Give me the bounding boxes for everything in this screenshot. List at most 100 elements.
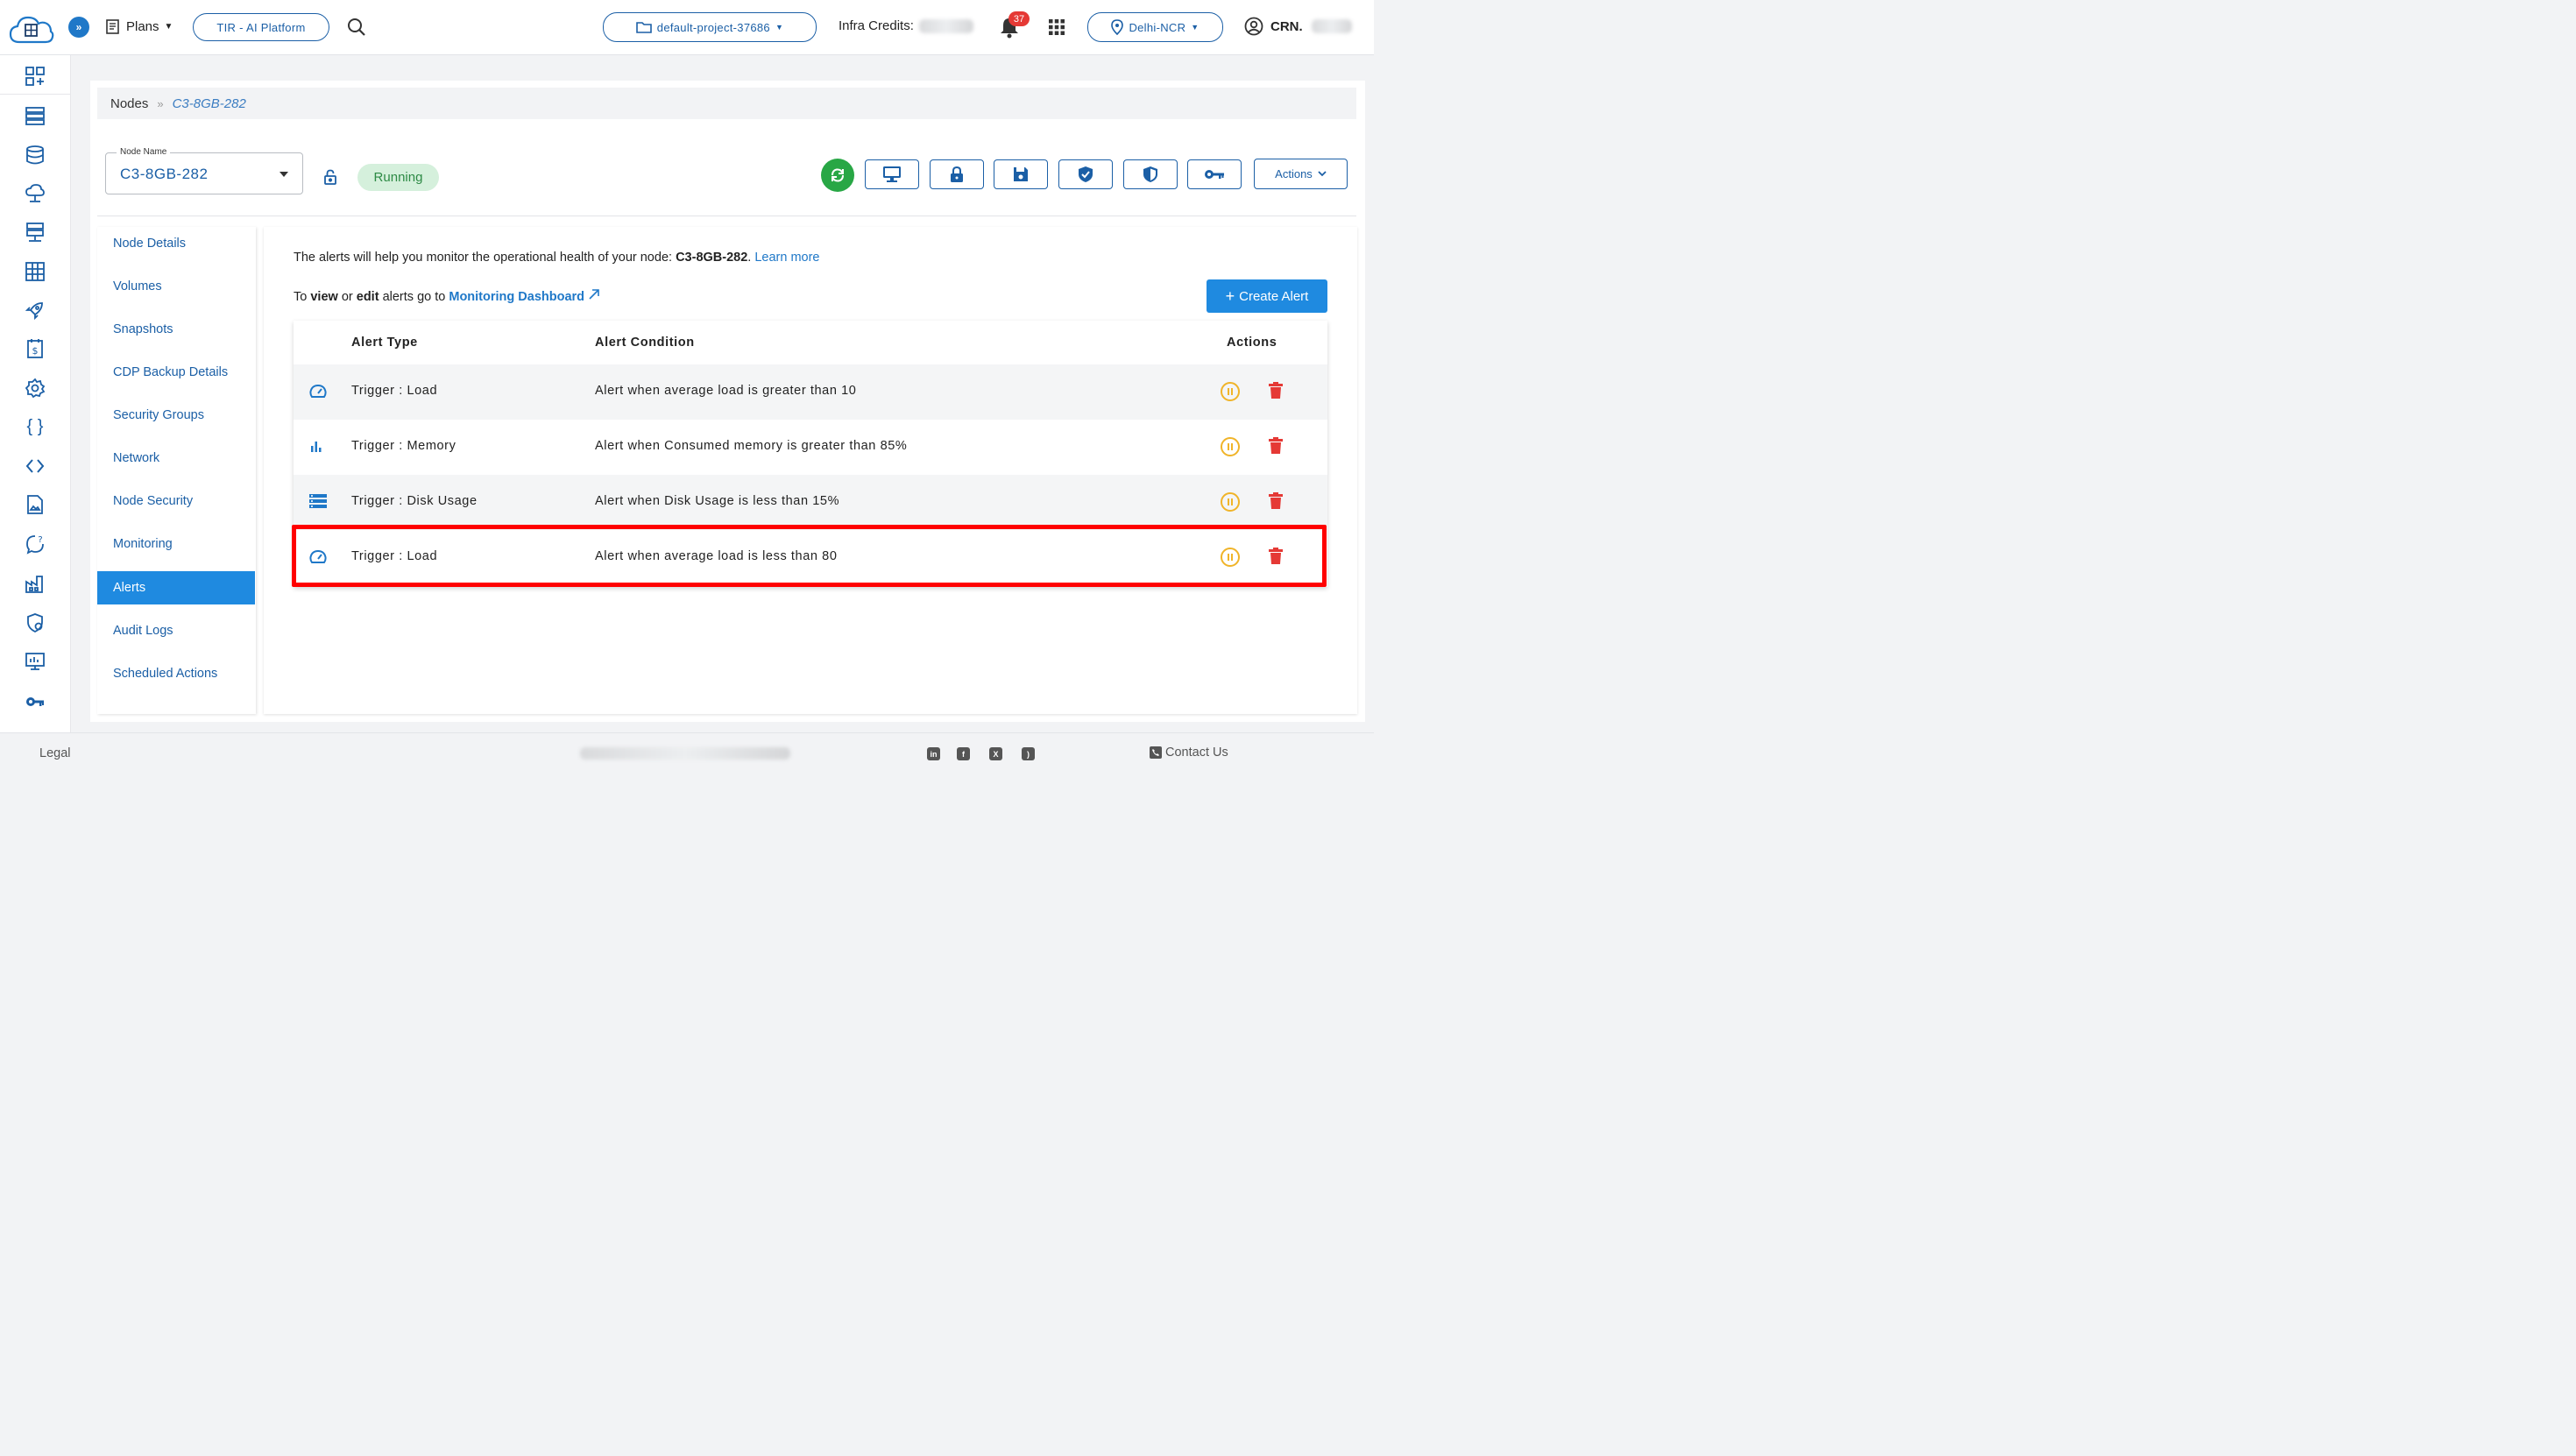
monitor-icon [883, 166, 901, 182]
legal-link[interactable]: Legal [39, 746, 70, 760]
expand-menu-icon[interactable]: » [68, 17, 89, 38]
key-icon[interactable] [25, 691, 46, 712]
facebook-icon[interactable]: f [957, 747, 970, 760]
folder-icon [635, 22, 652, 33]
server-icon[interactable] [25, 222, 46, 243]
settings-gear-icon[interactable] [25, 378, 46, 399]
shield-check-icon [1079, 166, 1093, 182]
actions-label: Actions [1275, 167, 1313, 180]
sidenav-item-cdp-backup[interactable]: CDP Backup Details [97, 356, 255, 389]
save-image-button[interactable] [994, 159, 1048, 189]
cloud-network-icon[interactable] [25, 183, 46, 204]
hint-or-word: or [341, 290, 353, 304]
api-braces-icon[interactable]: { } [25, 416, 46, 437]
sidenav-item-security-groups[interactable]: Security Groups [97, 399, 255, 432]
database-icon[interactable] [25, 145, 46, 166]
hint-go-text: alerts go to [382, 290, 446, 304]
lock-icon [951, 166, 963, 182]
apps-grid-icon[interactable] [1048, 18, 1065, 36]
notification-badge: 37 [1008, 11, 1030, 26]
pause-alert-icon[interactable] [1221, 492, 1240, 512]
highlight-box [292, 525, 1327, 587]
bar-chart-icon [309, 439, 323, 457]
svg-text:?: ? [38, 535, 42, 545]
monitor-chart-icon[interactable] [25, 651, 46, 672]
shield-half-icon [1143, 166, 1157, 182]
col-alert-type: Alert Type [351, 336, 418, 350]
code-icon[interactable] [25, 456, 46, 477]
region-selector[interactable]: Delhi-NCR ▼ [1087, 12, 1223, 42]
hint-to-text: To [294, 290, 308, 304]
delete-trash-icon[interactable] [1269, 492, 1283, 514]
lock-node-button[interactable] [930, 159, 984, 189]
table-row: Trigger : Memory Alert when Consumed mem… [294, 420, 1327, 475]
project-selector[interactable]: default-project-37686 ▼ [603, 12, 817, 42]
breadcrumb-nodes-link[interactable]: Nodes [110, 96, 148, 111]
rss-icon[interactable]: ) [1022, 747, 1035, 760]
rocket-icon[interactable] [25, 300, 46, 321]
sidenav-item-scheduled-actions[interactable]: Scheduled Actions [97, 657, 255, 690]
hint-edit-word: edit [356, 290, 379, 304]
chevron-down-icon: ▼ [164, 21, 173, 32]
contact-us-label: Contact Us [1165, 746, 1228, 760]
table-row: Trigger : Disk Usage Alert when Disk Usa… [294, 475, 1327, 530]
external-link-icon[interactable] [588, 288, 600, 300]
create-alert-button[interactable]: + Create Alert [1207, 279, 1327, 313]
col-actions: Actions [1227, 336, 1277, 350]
linkedin-icon[interactable]: in [927, 747, 940, 760]
nodes-icon[interactable] [25, 105, 46, 126]
grid-table-icon[interactable] [25, 261, 46, 282]
project-label: default-project-37686 [656, 20, 770, 34]
cloud-logo-icon[interactable] [9, 12, 54, 46]
node-name-field-label: Node Name [117, 147, 171, 157]
support-chat-icon[interactable]: ? [25, 534, 46, 555]
refresh-icon [832, 168, 844, 182]
caret-down-icon [280, 172, 288, 177]
monitoring-dashboard-link[interactable]: Monitoring Dashboard [449, 290, 584, 304]
node-name-value: C3-8GB-282 [120, 166, 209, 182]
chevron-down-icon [1318, 171, 1327, 177]
tir-platform-button[interactable]: TIR - AI Platform [193, 13, 329, 41]
plans-menu[interactable]: Plans ▼ [105, 18, 173, 35]
factory-icon[interactable] [25, 573, 46, 594]
delete-trash-icon[interactable] [1269, 382, 1283, 404]
top-bar: » Plans ▼ TIR - AI Platform default-proj… [0, 0, 1374, 55]
hint-view-word: view [310, 290, 338, 304]
pause-alert-icon[interactable] [1221, 382, 1240, 401]
plans-label: Plans [126, 18, 159, 34]
security-group-button[interactable] [1123, 159, 1178, 189]
contact-us-link[interactable]: Contact Us [1150, 746, 1228, 760]
security-user-icon[interactable] [25, 612, 46, 633]
document-image-icon[interactable] [25, 494, 46, 515]
sidenav-item-network[interactable]: Network [97, 442, 255, 475]
refresh-button[interactable] [821, 159, 854, 192]
status-badge: Running [357, 164, 439, 191]
node-name-select[interactable]: Node Name C3-8GB-282 [105, 147, 303, 194]
sidenav-item-node-security[interactable]: Node Security [97, 484, 255, 518]
unlock-icon[interactable] [323, 169, 337, 189]
sidenav-item-monitoring[interactable]: Monitoring [97, 527, 255, 561]
billing-icon[interactable]: $ [25, 338, 46, 359]
alert-condition-cell: Alert when Consumed memory is greater th… [595, 439, 908, 453]
user-menu[interactable]: CRN. [1244, 17, 1352, 36]
actions-dropdown-button[interactable]: Actions [1254, 159, 1348, 189]
console-button[interactable] [865, 159, 919, 189]
sidenav-item-node-details[interactable]: Node Details [97, 227, 255, 260]
search-icon[interactable] [347, 18, 366, 37]
alerts-intro-node: C3-8GB-282 [676, 251, 748, 265]
create-alert-label: Create Alert [1239, 288, 1309, 304]
alerts-intro: The alerts will help you monitor the ope… [294, 251, 820, 265]
x-twitter-icon[interactable]: X [989, 747, 1002, 760]
learn-more-link[interactable]: Learn more [754, 251, 819, 265]
ssh-key-button[interactable] [1187, 159, 1242, 189]
sidenav-item-audit-logs[interactable]: Audit Logs [97, 614, 255, 647]
storage-icon [309, 494, 327, 512]
sidenav-item-snapshots[interactable]: Snapshots [97, 313, 255, 346]
table-row: Trigger : Load Alert when average load i… [294, 364, 1327, 420]
sidenav-item-volumes[interactable]: Volumes [97, 270, 255, 303]
delete-trash-icon[interactable] [1269, 437, 1283, 459]
sidenav-item-alerts[interactable]: Alerts [97, 571, 255, 604]
pause-alert-icon[interactable] [1221, 437, 1240, 456]
dashboard-icon[interactable] [25, 66, 46, 87]
security-check-button[interactable] [1058, 159, 1113, 189]
